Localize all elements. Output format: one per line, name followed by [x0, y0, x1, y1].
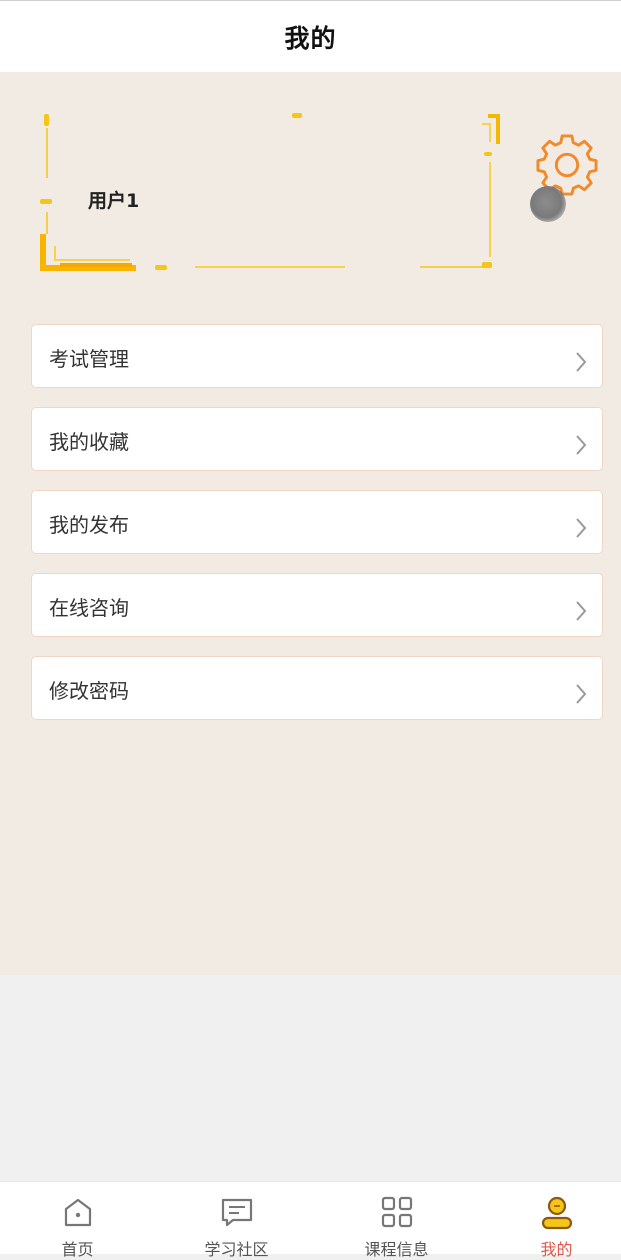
menu-item-label: 我的收藏: [49, 430, 129, 454]
tab-learning-community[interactable]: 学习社区: [159, 1182, 314, 1259]
menu-list: 考试管理 我的收藏 我的发布 在线咨询 修改密码: [31, 324, 603, 739]
chevron-right-icon: [576, 518, 587, 538]
user-icon: [541, 1196, 572, 1230]
tab-label: 首页: [61, 1240, 94, 1259]
menu-item-change-password[interactable]: 修改密码: [31, 656, 603, 720]
home-icon: [64, 1198, 91, 1227]
tab-home[interactable]: 首页: [0, 1182, 155, 1259]
menu-item-label: 修改密码: [49, 679, 129, 703]
menu-item-exam-management[interactable]: 考试管理: [31, 324, 603, 388]
avatar[interactable]: [530, 186, 566, 222]
chevron-right-icon: [576, 601, 587, 621]
username-label: 用户1: [88, 190, 140, 212]
chevron-right-icon: [576, 684, 587, 704]
grid-icon: [381, 1196, 412, 1228]
menu-item-label: 我的发布: [49, 513, 129, 537]
chevron-right-icon: [576, 435, 587, 455]
message-icon: [221, 1198, 252, 1227]
tab-label: 我的: [540, 1240, 573, 1259]
tab-label: 学习社区: [204, 1240, 269, 1259]
chevron-right-icon: [576, 352, 587, 372]
tab-label: 课程信息: [364, 1240, 429, 1259]
menu-item-label: 在线咨询: [49, 596, 129, 620]
bottom-tab-bar: 首页 学习社区 课程信息 我的: [0, 1181, 621, 1259]
menu-item-my-favorites[interactable]: 我的收藏: [31, 407, 603, 471]
menu-item-my-posts[interactable]: 我的发布: [31, 490, 603, 554]
menu-item-online-consultation[interactable]: 在线咨询: [31, 573, 603, 637]
page-header: 我的: [0, 0, 621, 72]
menu-item-label: 考试管理: [49, 347, 129, 371]
page-title: 我的: [284, 23, 337, 53]
tab-course-info[interactable]: 课程信息: [319, 1182, 474, 1259]
tab-mine[interactable]: 我的: [479, 1182, 621, 1259]
